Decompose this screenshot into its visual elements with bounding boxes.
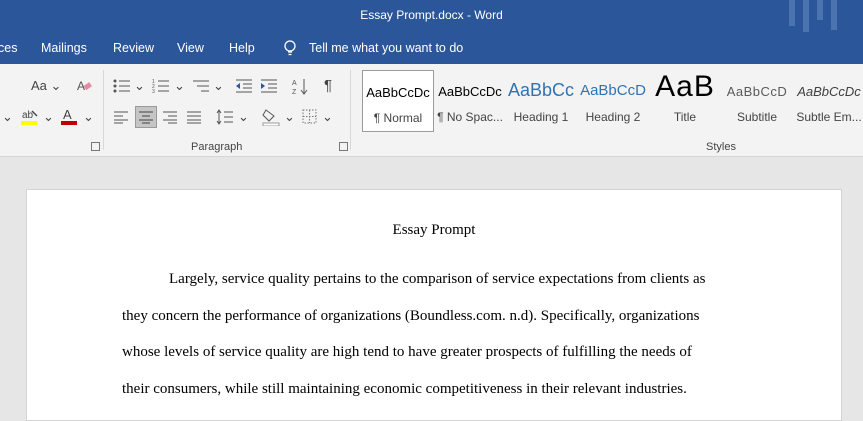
paragraph-line: they concern the performance of organiza… [122, 308, 700, 324]
numbering-icon[interactable]: 1 2 3 [152, 78, 170, 94]
dropdown-chevron-icon[interactable]: ⌄ [238, 110, 249, 124]
lightbulb-icon[interactable] [283, 40, 297, 57]
svg-text:A: A [63, 107, 72, 122]
style-subtle-emphasis[interactable]: AaBbCcDc Subtle Em... [794, 70, 863, 130]
document-page[interactable]: Essay Prompt Largely, service quality pe… [26, 189, 842, 421]
change-case-button[interactable]: Aa ⌄ [31, 79, 61, 93]
justify-icon[interactable] [186, 110, 202, 124]
tab-view[interactable]: View [177, 41, 204, 55]
dropdown-chevron-icon[interactable]: ⌄ [83, 110, 94, 124]
sort-icon[interactable]: A Z [292, 77, 308, 95]
document-area[interactable]: Essay Prompt Largely, service quality pe… [0, 157, 863, 421]
svg-text:3: 3 [152, 89, 155, 94]
tab-references[interactable]: ces [0, 41, 17, 55]
multilevel-list-icon[interactable] [192, 78, 210, 94]
group-separator [350, 70, 351, 150]
dropdown-chevron-icon[interactable]: ⌄ [2, 110, 13, 124]
font-color-icon[interactable]: A [60, 107, 78, 127]
ribbon-tabs: ces Mailings Review View Help Tell me wh… [0, 32, 863, 64]
shading-icon[interactable] [262, 108, 280, 126]
style-preview: AaBbCcD [580, 82, 646, 99]
align-left-icon[interactable] [113, 110, 129, 124]
style-preview: AaBbCcDc [366, 85, 430, 100]
style-preview: AaBbCcDc [797, 84, 861, 99]
align-center-icon [139, 111, 153, 124]
paragraph-dialog-launcher-icon[interactable] [339, 142, 348, 151]
title-bar-decoration [789, 0, 795, 26]
style-heading-1[interactable]: AaBbCc Heading 1 [506, 70, 576, 130]
style-name: ¶ Normal [373, 111, 423, 125]
svg-text:Z: Z [292, 89, 297, 95]
dropdown-chevron-icon[interactable]: ⌄ [284, 110, 295, 124]
style-no-spacing[interactable]: AaBbCcDc ¶ No Spac... [435, 70, 505, 130]
increase-indent-icon[interactable] [260, 78, 278, 94]
window-title: Essay Prompt.docx - Word [360, 8, 503, 22]
style-preview: AaBbCcD [726, 84, 788, 99]
style-name: Subtle Em... [796, 110, 862, 124]
dropdown-chevron-icon[interactable]: ⌄ [322, 110, 333, 124]
show-formatting-marks-icon[interactable]: ¶ [324, 78, 332, 93]
align-right-icon[interactable] [162, 110, 178, 124]
style-name: Heading 2 [585, 110, 641, 124]
styles-group-label: Styles [706, 141, 736, 153]
tab-review[interactable]: Review [113, 41, 154, 55]
style-name: Heading 1 [513, 110, 569, 124]
style-preview: AaB [655, 70, 715, 103]
svg-text:A: A [292, 80, 297, 87]
paragraph-line: whose levels of service quality are high… [122, 344, 692, 360]
style-preview: AaBbCc [507, 80, 575, 100]
style-normal[interactable]: AaBbCcDc ¶ Normal [362, 70, 434, 132]
style-heading-2[interactable]: AaBbCcD Heading 2 [578, 70, 648, 130]
style-name: Subtitle [736, 110, 778, 124]
style-preview: AaBbCcDc [438, 84, 502, 99]
ribbon: Aa ⌄ A ⌄ ab ⌄ A ⌄ ⌄ 1 2 3 ⌄ ⌄ A Z ¶ ⌄ ⌄ … [0, 64, 863, 157]
borders-icon[interactable] [302, 109, 317, 124]
title-bar-decoration [817, 0, 823, 20]
tab-mailings[interactable]: Mailings [41, 41, 87, 55]
paragraph-line: Largely, service quality pertains to the… [169, 271, 706, 287]
decrease-indent-icon[interactable] [235, 78, 253, 94]
dropdown-chevron-icon[interactable]: ⌄ [43, 110, 54, 124]
align-center-button[interactable] [135, 106, 157, 128]
font-dialog-launcher-icon[interactable] [91, 142, 100, 151]
clear-formatting-icon[interactable]: A [76, 78, 92, 94]
paragraph-group-label: Paragraph [191, 141, 243, 153]
title-bar-decoration [803, 0, 809, 32]
dropdown-chevron-icon[interactable]: ⌄ [174, 79, 185, 93]
text-highlight-color-icon[interactable]: ab [20, 107, 40, 127]
document-title: Essay Prompt [392, 222, 476, 238]
style-subtitle[interactable]: AaBbCcD Subtitle [722, 70, 792, 130]
style-name: Title [673, 110, 697, 124]
tell-me-search[interactable]: Tell me what you want to do [309, 41, 463, 55]
title-bar: Essay Prompt.docx - Word [0, 0, 863, 32]
dropdown-chevron-icon[interactable]: ⌄ [134, 79, 145, 93]
line-spacing-icon[interactable] [216, 109, 234, 125]
bullets-icon[interactable] [113, 78, 131, 94]
tab-help[interactable]: Help [229, 41, 255, 55]
style-name: ¶ No Spac... [437, 110, 503, 124]
dropdown-chevron-icon[interactable]: ⌄ [213, 79, 224, 93]
group-separator [103, 70, 104, 150]
paragraph-line: their consumers, while still maintaining… [122, 381, 687, 397]
title-bar-decoration [831, 0, 837, 30]
style-title[interactable]: AaB Title [650, 70, 720, 130]
